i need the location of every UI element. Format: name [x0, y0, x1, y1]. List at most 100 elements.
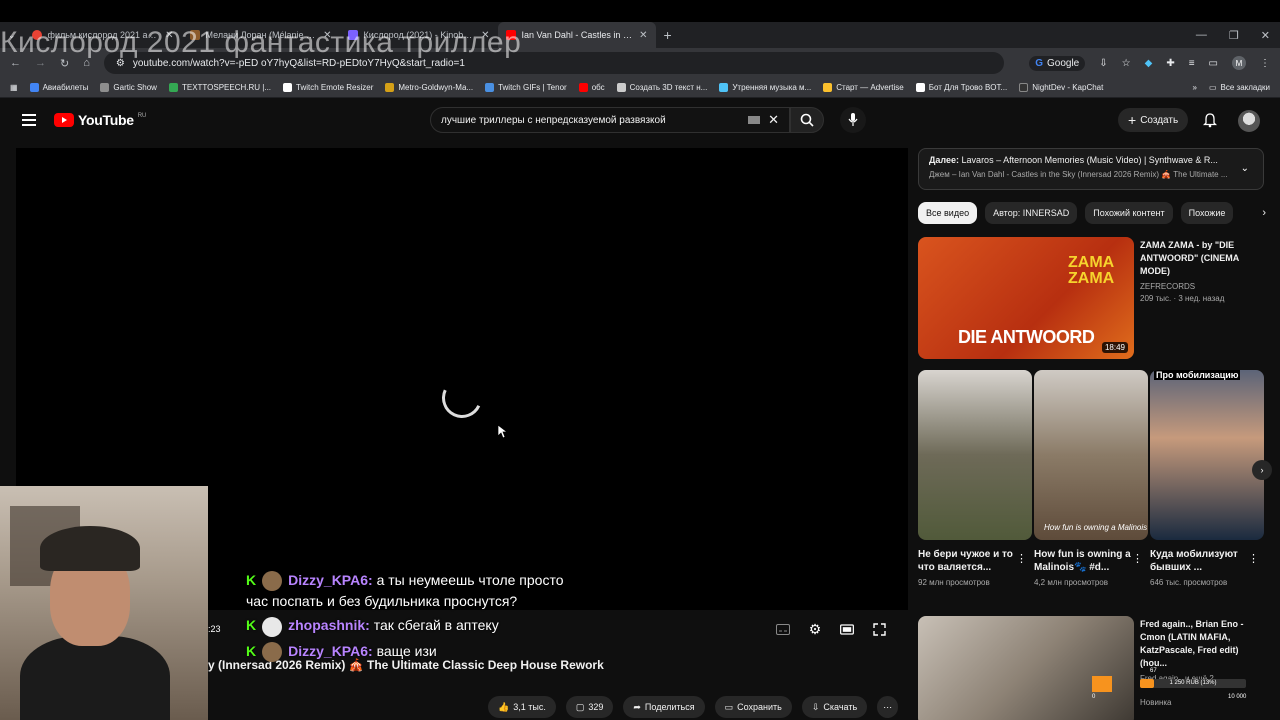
back-icon[interactable]: ← — [10, 57, 21, 69]
extension-icon[interactable]: ◆ — [1145, 58, 1153, 69]
bookmark-item[interactable]: Создать 3D текст н... — [616, 83, 707, 92]
short-title[interactable]: How fun is owning a Malinois🐾 #d... — [1034, 548, 1144, 574]
bookmark-item[interactable]: обс — [578, 83, 605, 92]
address-bar: ← → ↻ ⌂ ⚙ youtube.com/watch?v=-pED oY7hy… — [0, 48, 1280, 78]
menu-kebab-icon[interactable]: ⋮ — [1260, 58, 1270, 69]
tab-close-icon[interactable]: ✕ — [165, 30, 173, 41]
browser-tab[interactable]: Мелани Лоран (Mélanie Laurent) ✕ — [182, 22, 340, 48]
bookmark-star-icon[interactable]: ☆ — [1122, 58, 1131, 69]
bookmark-item[interactable]: Авиабилеты — [29, 83, 88, 92]
bookmarks-overflow-icon[interactable]: » — [1193, 83, 1197, 92]
tab-close-icon[interactable]: ✕ — [323, 30, 331, 41]
up-next-panel[interactable]: Далее: Lavaros – Afternoon Memories (Mus… — [918, 148, 1264, 190]
settings-gear-icon[interactable]: ⚙ — [808, 621, 822, 637]
browser-tab[interactable]: Кислород (2021) - Kinobox.in ✕ — [340, 22, 498, 48]
media-icon[interactable]: ≡ — [1189, 58, 1195, 69]
google-lens-button[interactable]: G Google — [1029, 55, 1086, 71]
short-thumbnail[interactable]: Про мобилизацию — [1150, 370, 1264, 540]
download-button[interactable]: ⇩ Скачать — [801, 696, 868, 718]
save-button[interactable]: ▭ Сохранить — [714, 696, 792, 718]
more-options-icon[interactable]: ⋮ — [1132, 552, 1143, 565]
save-icon: ▭ — [724, 701, 734, 712]
mouse-cursor-icon — [498, 425, 508, 439]
create-button[interactable]: + Создать — [1118, 108, 1189, 132]
theater-mode-icon[interactable] — [840, 622, 854, 636]
chip-similar-content[interactable]: Похожий контент — [1085, 202, 1173, 224]
more-actions-button[interactable]: ⋯ — [877, 696, 899, 718]
restore-icon[interactable]: ❐ — [1229, 29, 1239, 42]
sidepanel-icon[interactable]: ▭ — [1209, 58, 1218, 69]
bookmark-item[interactable]: Старт — Advertise — [823, 83, 904, 92]
browser-tab-active[interactable]: Ian Van Dahl - Castles in the Sky ✕ — [497, 22, 656, 48]
short-thumbnail[interactable]: How fun is owning a Malinois — [1034, 370, 1148, 540]
tab-close-icon[interactable]: ✕ — [639, 30, 647, 41]
profile-avatar[interactable]: M — [1232, 56, 1246, 70]
chat-avatar — [262, 641, 283, 662]
bookmark-item[interactable]: NightDev - KapChat — [1019, 83, 1103, 92]
more-options-icon[interactable]: ⋮ — [1248, 552, 1259, 565]
chip-similar[interactable]: Похожие — [1180, 202, 1234, 224]
minimize-icon[interactable]: — — [1196, 29, 1207, 42]
bookmark-item[interactable]: Gartic Show — [100, 83, 157, 92]
keyboard-icon[interactable] — [748, 116, 761, 124]
extensions-puzzle-icon[interactable]: ✚ — [1166, 58, 1174, 69]
bookmark-favicon — [29, 83, 39, 92]
window-top-strip — [0, 0, 1280, 22]
shorts-next-icon[interactable]: › — [1252, 460, 1272, 480]
tab-close-icon[interactable]: ✕ — [481, 30, 489, 41]
user-avatar[interactable] — [1238, 110, 1260, 132]
bookmark-item[interactable]: Twitch Emote Resizer — [283, 83, 373, 92]
short-title[interactable]: Куда мобилизуют бывших ... — [1150, 548, 1260, 574]
short-title[interactable]: Не бери чужое и то что валяется... — [918, 548, 1028, 574]
install-icon[interactable]: ⇩ — [1099, 58, 1107, 69]
site-info-icon[interactable]: ⚙ — [116, 58, 125, 69]
bookmark-item[interactable]: Twitch GIFs | Tenor — [485, 83, 567, 92]
voice-search-button[interactable] — [840, 107, 866, 133]
bookmark-favicon — [485, 83, 495, 92]
donation-count: 67 — [1150, 668, 1157, 674]
notifications-bell-icon[interactable] — [1202, 112, 1218, 133]
bookmark-item[interactable]: Утренняя музыка м... — [719, 83, 811, 92]
fullscreen-icon[interactable] — [872, 622, 886, 636]
search-button[interactable] — [790, 107, 824, 133]
chevron-down-icon[interactable]: ⌄ — [1241, 163, 1249, 174]
tab-label: Кислород (2021) - Kinobox.in — [363, 30, 476, 40]
chevron-right-icon[interactable]: › — [1262, 207, 1266, 219]
reload-icon[interactable]: ↻ — [60, 57, 69, 70]
short-meta: Не бери чужое и то что валяется... 92 млн… — [918, 548, 1028, 587]
bookmark-item[interactable]: Metro-Goldwyn-Ma... — [385, 83, 473, 92]
all-bookmarks-button[interactable]: ▭ Все закладки — [1209, 83, 1270, 92]
channel-name[interactable]: ZEFRECORDS — [1140, 282, 1264, 291]
forward-icon[interactable]: → — [35, 57, 46, 69]
comments-button[interactable]: ▢ 329 — [565, 696, 614, 718]
home-icon[interactable]: ⌂ — [83, 57, 90, 69]
search-input[interactable]: лучшие триллеры с непредсказуемой развяз… — [430, 107, 790, 133]
share-button[interactable]: ➦ Поделиться — [623, 696, 705, 718]
chip-all-videos[interactable]: Все видео — [918, 202, 978, 224]
new-tab-icon[interactable]: + — [664, 27, 672, 43]
bookmark-item[interactable]: TEXTTOSPEECH.RU |... — [168, 83, 271, 92]
recommended-video[interactable]: ZAMA ZAMA DIE ANTWOORD 18:49 ZAMA ZAMA -… — [918, 237, 1266, 359]
url-field[interactable]: ⚙ youtube.com/watch?v=-pED oY7hyQ&list=R… — [103, 52, 1004, 74]
bookmark-item[interactable]: Бот Для Трово BOT... — [915, 83, 1007, 92]
chip-author[interactable]: Автор: INNERSAD — [985, 202, 1078, 224]
tab-search-icon[interactable]: ⌄ — [0, 30, 24, 41]
like-button[interactable]: 👍 3,1 тыс. — [488, 696, 556, 718]
browser-tab[interactable]: фильм кислород 2021 актеры ✕ — [24, 22, 182, 48]
short-thumbnail[interactable] — [918, 370, 1032, 540]
video-title[interactable]: ZAMA ZAMA - by "DIE ANTWOORD" (CINEMA MO… — [1140, 239, 1264, 278]
more-options-icon[interactable]: ⋮ — [1016, 552, 1027, 565]
apps-grid-icon[interactable]: ▦ — [10, 83, 18, 92]
close-window-icon[interactable]: ✕ — [1261, 29, 1270, 42]
clear-search-icon[interactable]: ✕ — [768, 112, 779, 128]
up-next-label: Далее: — [929, 155, 960, 165]
youtube-logo[interactable]: YouTube RU — [54, 112, 146, 128]
subtitles-icon[interactable] — [776, 622, 790, 636]
region-label: RU — [137, 113, 147, 119]
comment-icon: ▢ — [575, 701, 585, 712]
hamburger-menu-icon[interactable] — [22, 114, 36, 129]
view-count: 209 тыс. — [1140, 294, 1172, 303]
video-thumbnail[interactable]: ZAMA ZAMA DIE ANTWOORD 18:49 — [918, 237, 1134, 359]
video-title[interactable]: Fred again.., Brian Eno - Cmon (LATIN MA… — [1140, 618, 1266, 670]
short-caption: Про мобилизацию — [1154, 370, 1241, 380]
